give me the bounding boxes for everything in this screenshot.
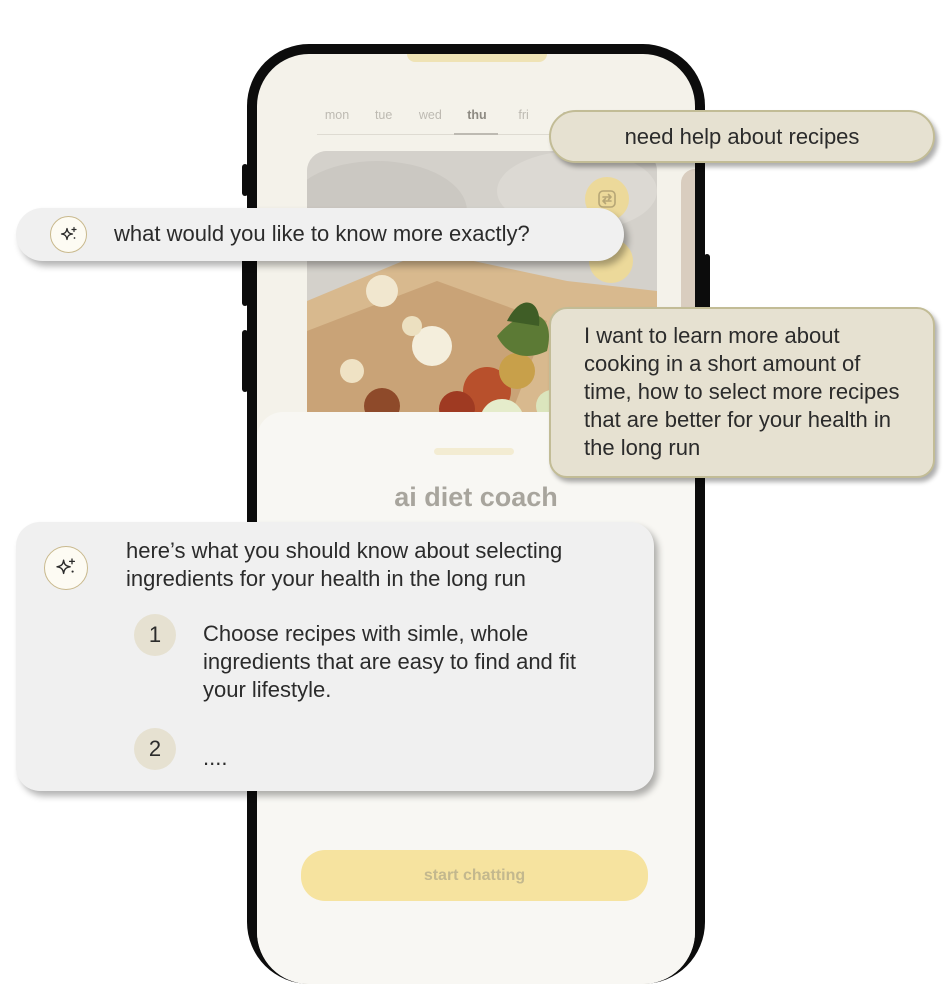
phone-screen: mon tue wed thu fri sat sun bbox=[257, 54, 695, 984]
swap-icon bbox=[598, 190, 616, 208]
list-number-badge: 1 bbox=[134, 614, 176, 656]
assistant-avatar bbox=[44, 546, 88, 590]
day-tab-wed[interactable]: wed bbox=[410, 108, 450, 126]
assistant-message-2-text: here’s what you should know about select… bbox=[126, 538, 563, 591]
day-tab-thu[interactable]: thu bbox=[457, 108, 497, 126]
day-tab-mon[interactable]: mon bbox=[317, 108, 357, 126]
start-chatting-button[interactable]: start chatting bbox=[301, 850, 648, 901]
user-message-2: I want to learn more about cooking in a … bbox=[549, 307, 935, 478]
dynamic-island bbox=[407, 54, 547, 62]
coach-title: ai diet coach bbox=[394, 482, 558, 512]
assistant-avatar bbox=[50, 216, 87, 253]
assistant-message-1-text: what would you like to know more exactly… bbox=[114, 221, 530, 246]
active-day-indicator bbox=[454, 133, 498, 135]
day-tab-tue[interactable]: tue bbox=[364, 108, 404, 126]
user-message-1: need help about recipes bbox=[549, 110, 935, 163]
assistant-message-1: what would you like to know more exactly… bbox=[16, 208, 624, 261]
sparkle-icon bbox=[60, 226, 77, 240]
list-number-badge: 2 bbox=[134, 728, 176, 770]
phone-frame: mon tue wed thu fri sat sun bbox=[242, 44, 710, 984]
phone-side-button bbox=[242, 164, 248, 196]
list-item-text: Choose recipes with simle, whole ingredi… bbox=[203, 621, 577, 702]
list-item-text: .... bbox=[203, 745, 228, 770]
day-tab-fri[interactable]: fri bbox=[504, 108, 544, 126]
sheet-handle[interactable] bbox=[434, 448, 514, 455]
assistant-message-2: here’s what you should know about select… bbox=[16, 522, 654, 791]
user-message-2-text: I want to learn more about cooking in a … bbox=[584, 323, 900, 460]
user-message-1-text: need help about recipes bbox=[624, 123, 860, 149]
phone-volume-down bbox=[242, 330, 248, 392]
sparkle-icon bbox=[56, 558, 76, 575]
